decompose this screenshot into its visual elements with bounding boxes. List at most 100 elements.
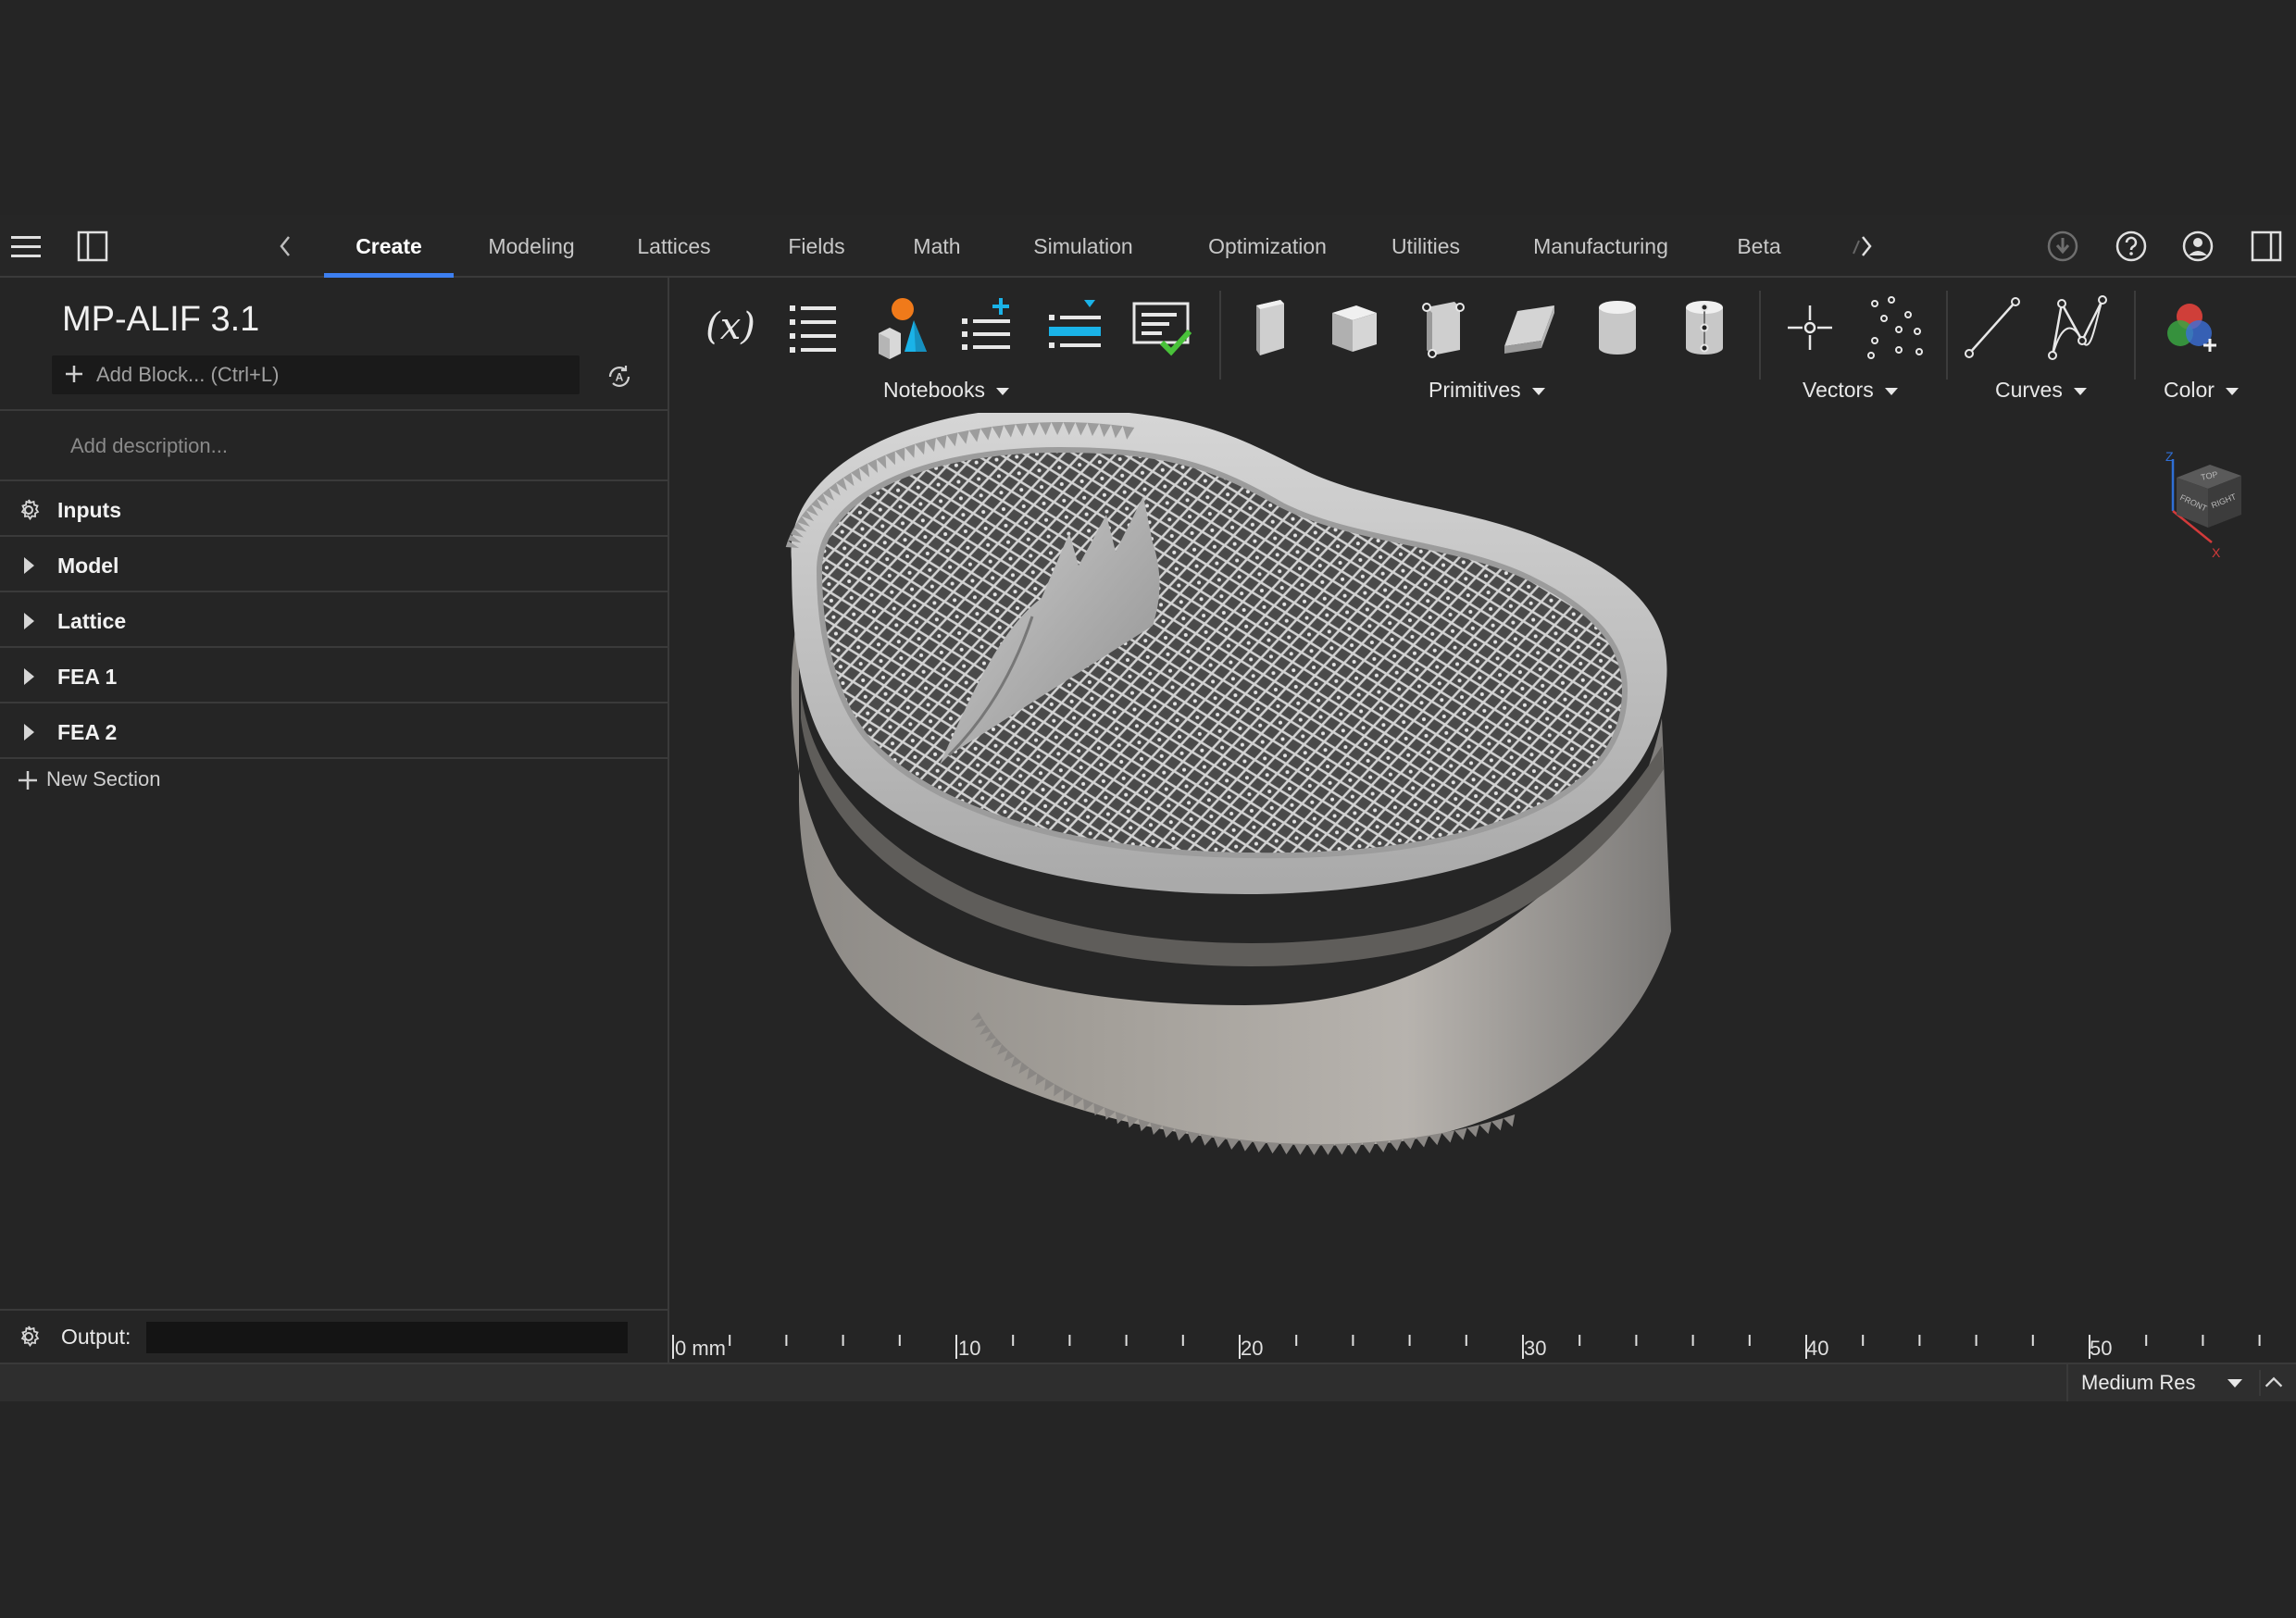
cube-icon[interactable] [1321,294,1388,361]
shapes-icon[interactable] [866,294,932,361]
dropdown-caret-icon [2225,387,2239,395]
line-icon[interactable] [1958,294,2025,361]
auto-sync-icon[interactable]: A [605,363,633,391]
ruler-label: 10 [958,1337,980,1360]
checklist-icon[interactable] [1129,294,1195,361]
chevron-up-icon[interactable] [2259,1370,2287,1396]
section-model[interactable]: Model [0,539,668,592]
scale-ruler: 0 mm 10 20 30 40 50 [672,1335,2261,1360]
section-fea-1[interactable]: FEA 1 [0,650,668,703]
axis-x-label: X [2212,545,2221,560]
polyline-icon[interactable] [2045,294,2112,361]
axis-z-label: Z [2165,449,2174,464]
svg-text:(x): (x) [705,305,755,348]
dropdown-caret-icon [2073,387,2087,395]
ribbon-divider [1946,291,1948,380]
3d-viewport[interactable]: Z X TOP FRONT RIGHT 0 mm 10 20 30 40 50 [671,413,2296,1363]
caret-right-icon[interactable] [17,665,41,689]
tab-fields[interactable]: Fields [781,215,852,276]
section-label: Inputs [57,498,121,522]
ruler-label: 0 mm [675,1337,726,1360]
vectors-label: Vectors [1803,378,1874,402]
primitives-label: Primitives [1429,378,1521,402]
primitives-group[interactable]: Primitives [1429,378,1545,403]
caret-right-icon[interactable] [17,554,41,578]
output-field[interactable] [146,1322,628,1353]
description-row [0,409,668,481]
chevron-right-icon[interactable] [1850,230,1883,263]
tab-math[interactable]: Math [907,215,967,276]
color-group[interactable]: Color [2164,378,2239,403]
tab-simulation[interactable]: Simulation [1024,215,1142,276]
resolution-value: Medium Res [2081,1371,2196,1394]
gear-icon [20,499,40,521]
ruler-label: 50 [2090,1337,2112,1360]
point-cloud-icon[interactable] [1862,294,1928,361]
notebook-panel: MP-ALIF 3.1 A Inputs Model Lattice FEA 1… [0,278,669,1363]
color-label: Color [2164,378,2215,402]
section-label: Model [57,554,119,578]
add-block-field[interactable] [52,355,580,394]
tab-create[interactable]: Create [324,215,454,278]
variable-icon[interactable]: (x) [697,294,764,361]
section-label: FEA 1 [57,665,118,689]
caret-right-icon[interactable] [17,609,41,633]
curves-label: Curves [1995,378,2063,402]
box-points-icon[interactable] [1408,294,1475,361]
chevron-down-icon [2227,1379,2242,1388]
add-list-icon[interactable] [955,294,1021,361]
dropdown-caret-icon [1531,387,1545,395]
vectors-group[interactable]: Vectors [1803,378,1898,403]
parallelogram-icon[interactable] [1497,294,1564,361]
ruler-label: 20 [1241,1337,1263,1360]
tab-modeling[interactable]: Modeling [478,215,585,276]
section-label: FEA 2 [57,720,118,744]
description-input[interactable] [70,428,626,465]
point-icon[interactable] [1777,294,1843,361]
insert-list-icon[interactable] [1042,294,1108,361]
panel-right-icon[interactable] [2250,230,2283,263]
plus-icon [66,366,82,382]
new-section-button[interactable]: New Section [17,765,161,794]
gear-icon [20,1326,40,1348]
ribbon-divider [2134,291,2136,380]
chevron-left-icon[interactable] [268,230,302,263]
lattice-cage-model[interactable] [671,413,2296,1301]
cylinder-icon[interactable] [1584,294,1651,361]
section-label: Lattice [57,609,127,633]
tab-utilities[interactable]: Utilities [1383,215,1468,276]
ribbon-divider [1219,291,1221,380]
view-cube[interactable]: Z X TOP FRONT RIGHT [2156,446,2258,566]
curves-group[interactable]: Curves [1995,378,2087,403]
hamburger-icon[interactable] [9,230,43,263]
tab-lattices[interactable]: Lattices [630,215,718,276]
ruler-label: 40 [1806,1337,1828,1360]
new-section-label: New Section [46,767,161,790]
output-label: Output: [61,1325,131,1349]
section-lattice[interactable]: Lattice [0,594,668,648]
add-block-input[interactable] [96,355,568,394]
svg-text:A: A [616,371,624,384]
notebook-title[interactable]: MP-ALIF 3.1 [62,300,259,340]
notebooks-label: Notebooks [883,378,985,402]
download-icon[interactable] [2046,230,2079,263]
resolution-dropdown[interactable]: Medium Res [2066,1364,2255,1401]
status-bar: Medium Res [0,1363,2296,1401]
cylinder-points-icon[interactable] [1671,294,1738,361]
panel-toggle-icon[interactable] [76,230,109,263]
user-icon[interactable] [2181,230,2215,263]
caret-right-icon[interactable] [17,720,41,744]
ruler-ticks [672,1335,2261,1359]
section-fea-2[interactable]: FEA 2 [0,705,668,759]
tab-manufacturing[interactable]: Manufacturing [1524,215,1678,276]
section-inputs[interactable]: Inputs [0,483,668,537]
color-icon[interactable] [2156,294,2223,361]
tab-beta[interactable]: Beta [1729,215,1789,276]
notebooks-group[interactable]: Notebooks [883,378,1009,403]
help-icon[interactable] [2115,230,2148,263]
list-icon[interactable] [780,294,847,361]
output-row: Output: [0,1309,668,1363]
box-icon[interactable] [1234,294,1301,361]
plus-icon [19,771,37,790]
tab-optimization[interactable]: Optimization [1196,215,1339,276]
